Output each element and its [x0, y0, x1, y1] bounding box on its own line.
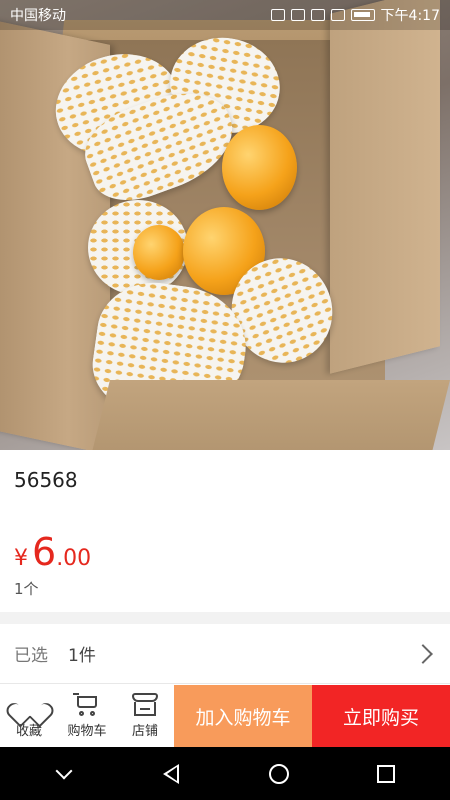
heart-icon: [16, 693, 42, 717]
shop-icon: [131, 693, 159, 717]
orange: [133, 225, 185, 280]
battery-icon: [350, 9, 375, 21]
cart-icon: [73, 693, 101, 717]
recents-button[interactable]: [375, 763, 397, 785]
add-to-cart-button[interactable]: 加入购物车: [174, 685, 312, 747]
chevron-right-icon: [413, 643, 433, 664]
clock: 下午4:17: [380, 8, 440, 24]
product-price: ¥ 6 .00: [14, 530, 91, 574]
hide-keyboard-button[interactable]: [53, 762, 75, 785]
home-button[interactable]: [268, 763, 290, 785]
sim-icon: [290, 9, 305, 21]
carrier-name: 中国移动: [10, 8, 66, 24]
orange: [222, 125, 297, 210]
selected-spec-row[interactable]: 已选 1件: [0, 624, 450, 684]
back-icon: [163, 763, 180, 784]
status-bar: 中国移动 下午4:17: [0, 0, 450, 30]
box-flap-bottom: [90, 380, 450, 450]
product-unit: 1个: [14, 580, 39, 598]
signal-icon: [330, 9, 345, 21]
product-info: 56568 ¥ 6 .00 1个: [0, 450, 450, 610]
price-integer: 6: [32, 530, 57, 574]
product-image[interactable]: [0, 0, 450, 450]
price-decimal: .00: [56, 546, 92, 571]
currency-symbol: ¥: [14, 546, 28, 571]
box-flap-right: [330, 0, 440, 374]
buy-now-button[interactable]: 立即购买: [312, 685, 450, 747]
action-bar: 收藏 购物车 店铺 加入购物车 立即购买: [0, 685, 450, 747]
favorite-button[interactable]: 收藏: [0, 685, 58, 747]
back-button[interactable]: [160, 763, 182, 785]
section-divider: [0, 612, 450, 624]
cart-button[interactable]: 购物车: [58, 685, 116, 747]
system-nav-bar: [0, 747, 450, 800]
product-name: 56568: [14, 468, 78, 492]
home-icon: [268, 763, 289, 784]
mute-icon: [270, 9, 285, 21]
shop-button[interactable]: 店铺: [116, 685, 174, 747]
selected-value: 1件: [68, 646, 96, 666]
hide-keyboard-icon: [55, 762, 73, 779]
selected-label: 已选: [14, 646, 48, 666]
recents-icon: [377, 764, 396, 783]
cart-label: 购物车: [67, 724, 107, 739]
shop-label: 店铺: [131, 724, 158, 739]
wifi-icon: [310, 9, 325, 21]
